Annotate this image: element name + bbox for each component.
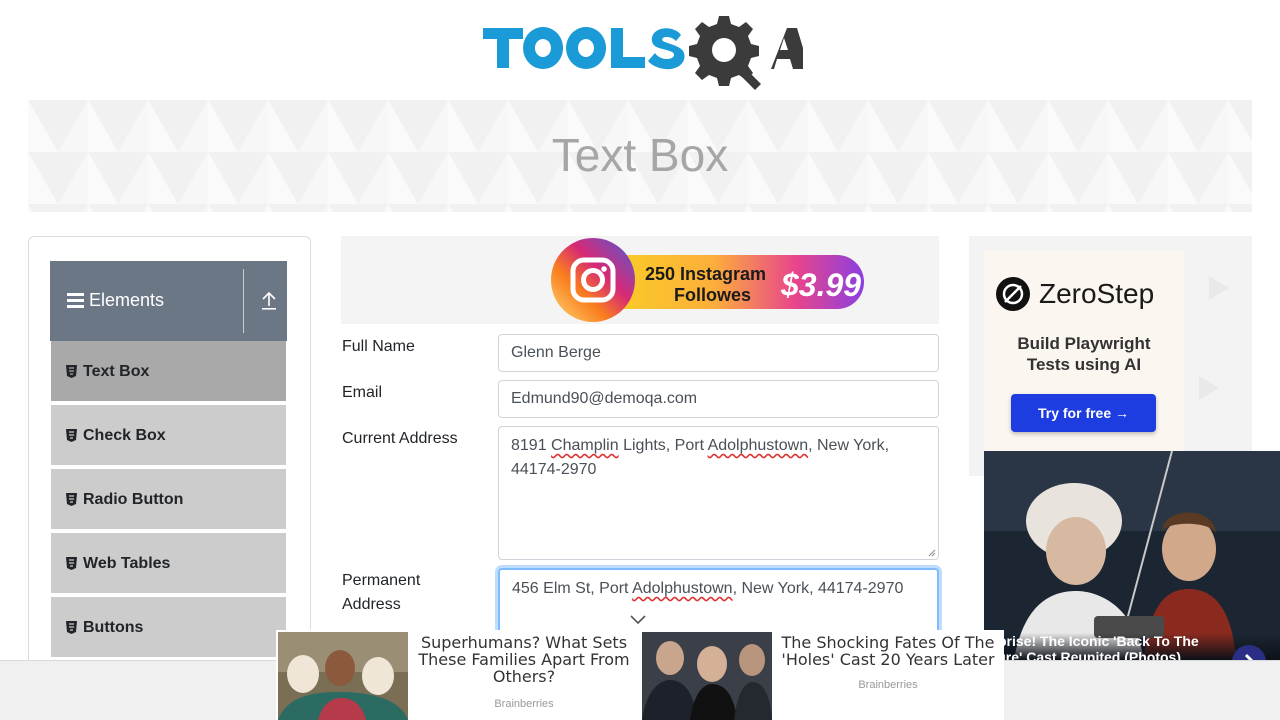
sidebar-group-title: Elements xyxy=(89,290,165,310)
ad-price: $3.99 xyxy=(780,267,861,303)
current-address-label: Current Address xyxy=(342,430,458,447)
caption-line: uture' Cast Reunited (Photos) xyxy=(984,649,1181,660)
zerostep-logo-icon xyxy=(996,277,1030,311)
label-line: Address xyxy=(342,596,401,613)
page-title: Text Box xyxy=(551,129,729,181)
resize-handle-icon[interactable] xyxy=(928,549,936,557)
ad-title: Superhumans? What Sets These Families Ap… xyxy=(418,633,630,686)
header-divider xyxy=(243,269,244,333)
ad-thumbnail xyxy=(278,632,408,720)
ad-line1: 250 Instagram xyxy=(645,264,766,284)
sidebar-item-label: Check Box xyxy=(83,427,166,444)
zerostep-tagline: Build Playwright Tests using AI xyxy=(984,333,1184,375)
bottom-ad-strip: Superhumans? What Sets These Families Ap… xyxy=(276,630,1004,720)
address-text: Lights, Port xyxy=(618,437,708,454)
zerostep-brand: ZeroStep xyxy=(1039,278,1155,309)
address-text: 8191 xyxy=(511,437,552,454)
next-video-button[interactable] xyxy=(1232,645,1266,660)
tagline-line: Build Playwright xyxy=(1017,334,1151,353)
ad-source: Brainberries xyxy=(494,698,554,710)
ad-source: Brainberries xyxy=(858,679,918,691)
sidebar-item-label: Text Box xyxy=(83,363,150,380)
misspelled-word: Adolphustown xyxy=(707,437,809,454)
video-frame xyxy=(984,451,1280,660)
address-text: 44174-2970 xyxy=(511,461,597,478)
full-name-input[interactable]: Glenn Berge xyxy=(498,334,939,372)
bottom-ad-card[interactable]: Superhumans? What Sets These Families Ap… xyxy=(278,632,640,720)
sidebar-item-text-box[interactable]: Text Box xyxy=(51,341,286,403)
sidebar-item-label: Radio Button xyxy=(83,491,184,508)
ad-thumbnail xyxy=(642,632,772,720)
bottom-ad-card[interactable]: The Shocking Fates Of The 'Holes' Cast 2… xyxy=(642,632,1004,720)
sidebar-item-label: Buttons xyxy=(83,619,144,636)
chevron-down-icon[interactable] xyxy=(629,613,647,625)
site-header xyxy=(0,0,1280,100)
page-banner: Text Box xyxy=(28,100,1252,212)
sidebar-item-radio-button[interactable]: Radio Button xyxy=(51,469,286,531)
ad-title: The Shocking Fates Of The 'Holes' Cast 2… xyxy=(781,633,995,669)
ad-line2: Followes xyxy=(674,285,751,305)
html5-icon xyxy=(66,493,77,506)
html5-icon xyxy=(66,621,77,634)
label-line: Permanent xyxy=(342,572,421,589)
email-label: Email xyxy=(342,384,383,401)
current-address-textarea[interactable]: 8191 Champlin Lights, Port Adolphustown,… xyxy=(498,426,939,560)
sidebar-item-buttons[interactable]: Buttons xyxy=(51,597,286,659)
full-name-label: Full Name xyxy=(342,338,415,355)
zerostep-ad[interactable]: ZeroStep Build Playwright Tests using AI … xyxy=(984,251,1184,451)
tagline-line: Tests using AI xyxy=(1026,355,1142,374)
sidebar-item-check-box[interactable]: Check Box xyxy=(51,405,286,467)
address-text: 456 Elm St, Port xyxy=(512,580,633,597)
html5-icon xyxy=(66,429,77,442)
misspelled-word: Adolphustown xyxy=(632,580,733,597)
address-text: , New York, 44174-2970 xyxy=(732,580,904,597)
address-text: , New York, xyxy=(808,437,890,454)
try-for-free-button[interactable]: Try for free → xyxy=(1011,394,1156,432)
instagram-ad-banner[interactable]: 250 Instagram Followes $3.99 xyxy=(341,236,939,324)
sidebar-item-label: Web Tables xyxy=(83,555,171,572)
toolsqa-logo[interactable] xyxy=(481,14,803,90)
collapse-up-icon[interactable] xyxy=(261,292,277,310)
menu-icon xyxy=(67,293,84,308)
video-ad-player[interactable]: urprise! The Iconic 'Back To The uture' C… xyxy=(984,451,1280,660)
chevron-right-icon xyxy=(1244,653,1254,660)
caption-line: urprise! The Iconic 'Back To The xyxy=(984,633,1199,649)
email-input[interactable]: Edmund90@demoqa.com xyxy=(498,380,939,418)
sidebar-group-elements[interactable]: Elements xyxy=(50,261,287,341)
html5-icon xyxy=(66,557,77,570)
permanent-address-label: Permanent Address xyxy=(342,569,420,617)
sidebar-item-web-tables[interactable]: Web Tables xyxy=(51,533,286,595)
html5-icon xyxy=(66,365,77,378)
misspelled-word: Champlin xyxy=(551,437,619,454)
instagram-ad-graphic: 250 Instagram Followes $3.99 xyxy=(551,238,864,322)
